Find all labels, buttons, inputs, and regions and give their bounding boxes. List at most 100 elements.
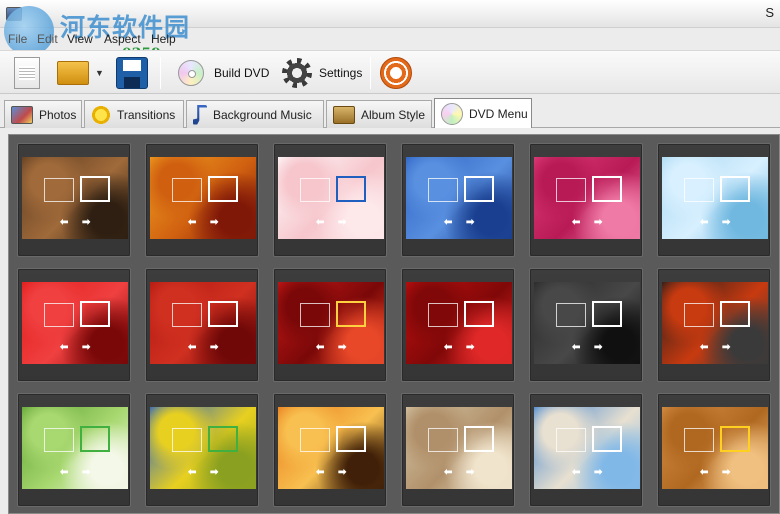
dvd-disc-icon [178, 60, 204, 86]
menu-edit[interactable]: Edit [37, 32, 58, 46]
menu-template-card[interactable]: ⬅ ➡ [657, 393, 771, 507]
chapter-slot-2-selected [464, 176, 494, 202]
toolbar-divider [160, 57, 161, 89]
arrow-right-icon: ➡ [466, 467, 475, 478]
menu-template-card[interactable]: ⬅ ➡ [273, 143, 387, 257]
menu-template-card[interactable]: ⬅ ➡ [273, 268, 387, 382]
arrow-right-icon: ➡ [722, 342, 731, 353]
tab-dvd-menu-label: DVD Menu [469, 106, 528, 121]
chapter-slot-2-selected [80, 176, 110, 202]
app-window: S 河东软件园 www.pc0359.cn File Edit View Asp… [0, 0, 780, 514]
app-icon [6, 7, 22, 21]
chapter-slot-2-selected [592, 176, 622, 202]
toolbar-divider [370, 57, 371, 89]
tab-transitions[interactable]: Transitions [84, 100, 184, 128]
arrow-right-icon: ➡ [594, 342, 603, 353]
menu-template-card[interactable]: ⬅ ➡ [273, 393, 387, 507]
menu-template-card[interactable]: ⬅ ➡ [529, 143, 643, 257]
chapter-slot-1 [300, 428, 330, 452]
arrow-left-icon: ⬅ [316, 467, 325, 478]
menu-template-thumbnail: ⬅ ➡ [534, 407, 640, 489]
menu-template-thumbnail: ⬅ ➡ [22, 157, 128, 239]
menu-template-thumbnail: ⬅ ➡ [406, 157, 512, 239]
chapter-slot-2-selected [336, 301, 366, 327]
chapter-slot-1 [172, 303, 202, 327]
chevron-down-icon[interactable]: ▼ [95, 68, 104, 78]
chapter-slot-1 [684, 178, 714, 202]
menu-view[interactable]: View [67, 32, 93, 46]
menu-template-card[interactable]: ⬅ ➡ [529, 268, 643, 382]
menu-template-thumbnail: ⬅ ➡ [150, 282, 256, 364]
arrow-left-icon: ⬅ [60, 467, 69, 478]
chapter-slot-2-selected [720, 176, 750, 202]
new-document-icon [14, 57, 40, 89]
menu-template-card[interactable]: ⬅ ➡ [145, 393, 259, 507]
arrow-right-icon: ➡ [722, 467, 731, 478]
dvd-icon [441, 102, 463, 125]
chapter-slot-2-selected [208, 426, 238, 452]
dvd-menu-panel: ⬅ ➡ ⬅ ➡ ⬅ ➡ ⬅ ➡ ⬅ ➡ ⬅ ➡ ⬅ ➡ ⬅ ➡ ⬅ ➡ ⬅ ➡ ⬅ ➡ ⬅ ➡ ⬅ ➡ ⬅ ➡ ⬅ ➡ ⬅ ➡ ⬅ ➡ ⬅ ➡ [0, 129, 780, 514]
menu-template-card[interactable]: ⬅ ➡ [657, 268, 771, 382]
menu-template-card[interactable]: ⬅ ➡ [17, 393, 131, 507]
open-project-button[interactable]: ▼ [57, 55, 104, 91]
menu-template-thumbnail: ⬅ ➡ [406, 282, 512, 364]
menu-template-thumbnail: ⬅ ➡ [662, 407, 768, 489]
menu-template-card[interactable]: ⬅ ➡ [401, 143, 515, 257]
menu-bar: File Edit View Aspect Help [0, 30, 780, 50]
arrow-right-icon: ➡ [466, 217, 475, 228]
menu-template-card[interactable]: ⬅ ➡ [145, 268, 259, 382]
menu-template-card[interactable]: ⬅ ➡ [657, 143, 771, 257]
settings-button[interactable]: Settings [282, 55, 362, 91]
menu-template-thumbnail: ⬅ ➡ [534, 157, 640, 239]
arrow-right-icon: ➡ [82, 342, 91, 353]
chapter-slot-2-selected [80, 426, 110, 452]
arrow-right-icon: ➡ [338, 467, 347, 478]
chapter-slot-1 [172, 178, 202, 202]
album-icon [333, 105, 355, 124]
new-project-button[interactable] [14, 55, 40, 91]
menu-template-thumbnail: ⬅ ➡ [22, 407, 128, 489]
menu-template-card[interactable]: ⬅ ➡ [17, 268, 131, 382]
arrow-right-icon: ➡ [722, 217, 731, 228]
chapter-slot-1 [556, 178, 586, 202]
menu-template-card[interactable]: ⬅ ➡ [401, 393, 515, 507]
tab-background-music[interactable]: Background Music [186, 100, 324, 128]
arrow-left-icon: ⬅ [60, 217, 69, 228]
chapter-slot-2-selected [592, 301, 622, 327]
menu-template-gallery: ⬅ ➡ ⬅ ➡ ⬅ ➡ ⬅ ➡ ⬅ ➡ ⬅ ➡ ⬅ ➡ ⬅ ➡ ⬅ ➡ ⬅ ➡ ⬅ ➡ ⬅ ➡ ⬅ ➡ ⬅ ➡ ⬅ ➡ ⬅ ➡ ⬅ ➡ ⬅ ➡ [8, 134, 780, 514]
menu-template-card[interactable]: ⬅ ➡ [145, 143, 259, 257]
arrow-left-icon: ⬅ [60, 342, 69, 353]
menu-aspect[interactable]: Aspect [104, 32, 141, 46]
build-dvd-button[interactable]: Build DVD [178, 55, 269, 91]
chapter-slot-1 [428, 428, 458, 452]
arrow-right-icon: ➡ [466, 342, 475, 353]
menu-template-thumbnail: ⬅ ➡ [150, 407, 256, 489]
menu-template-card[interactable]: ⬅ ➡ [529, 393, 643, 507]
arrow-left-icon: ⬅ [188, 342, 197, 353]
arrow-left-icon: ⬅ [700, 217, 709, 228]
menu-template-card[interactable]: ⬅ ➡ [17, 143, 131, 257]
tab-background-music-label: Background Music [213, 107, 312, 122]
chapter-slot-1 [44, 428, 74, 452]
arrow-right-icon: ➡ [210, 467, 219, 478]
tab-album-style-label: Album Style [361, 107, 426, 122]
chapter-slot-1 [428, 303, 458, 327]
arrow-right-icon: ➡ [210, 342, 219, 353]
chapter-slot-2-selected [336, 176, 366, 202]
help-button[interactable] [380, 55, 412, 91]
arrow-left-icon: ⬅ [444, 467, 453, 478]
menu-template-thumbnail: ⬅ ➡ [534, 282, 640, 364]
chapter-slot-2-selected [720, 426, 750, 452]
menu-help[interactable]: Help [151, 32, 176, 46]
menu-template-thumbnail: ⬅ ➡ [406, 407, 512, 489]
menu-template-card[interactable]: ⬅ ➡ [401, 268, 515, 382]
settings-label: Settings [319, 66, 363, 80]
tab-album-style[interactable]: Album Style [326, 100, 432, 128]
save-project-button[interactable] [116, 55, 148, 91]
menu-file[interactable]: File [8, 32, 27, 46]
save-disk-icon [116, 57, 148, 89]
tab-photos[interactable]: Photos [4, 100, 82, 128]
chapter-slot-1 [300, 178, 330, 202]
tab-dvd-menu[interactable]: DVD Menu [434, 98, 532, 128]
menu-template-thumbnail: ⬅ ➡ [22, 282, 128, 364]
